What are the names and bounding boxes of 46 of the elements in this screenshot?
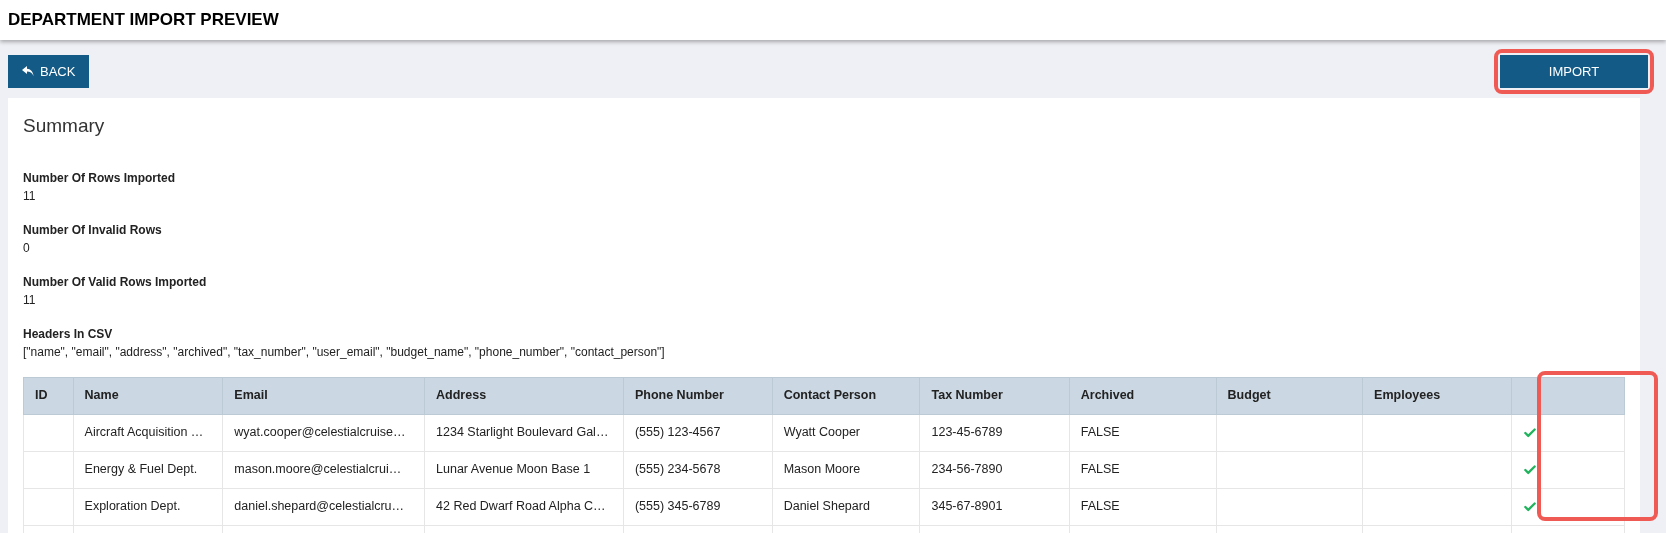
table-cell: 123-45-6789 xyxy=(920,414,1070,451)
table-cell: Lunar Avenue Moon Base 1 xyxy=(424,451,624,488)
table-cell: FALSE xyxy=(1069,451,1217,488)
table-cell: (555) 234-5678 xyxy=(623,451,773,488)
table-cell: daniel.shepard@celestialcru… xyxy=(222,488,425,525)
page-title: DEPARTMENT IMPORT PREVIEW xyxy=(8,9,279,32)
field-label: Number Of Invalid Rows xyxy=(23,221,163,239)
table-cell: Exploration Dept. xyxy=(73,488,223,525)
field-label: Number Of Rows Imported xyxy=(23,169,176,187)
summary-title: Summary xyxy=(23,114,106,138)
table-cell: 1234 Starlight Boulevard Gal… xyxy=(424,414,624,451)
column-header: Name xyxy=(73,377,223,414)
field-value: 11 xyxy=(23,187,37,205)
column-header: Phone Number xyxy=(623,377,773,414)
field-value: 0 xyxy=(23,239,31,257)
table-cell: 42 Red Dwarf Road Alpha C… xyxy=(424,488,624,525)
table-cell: (555) 123-4567 xyxy=(623,414,773,451)
table-cell xyxy=(23,451,74,488)
column-header: Budget xyxy=(1216,377,1363,414)
import-button[interactable]: IMPORT xyxy=(1500,55,1648,88)
column-header: Employees xyxy=(1362,377,1512,414)
field-label: Number Of Valid Rows Imported xyxy=(23,273,208,291)
column-header: Tax Number xyxy=(920,377,1070,414)
column-header: ID xyxy=(23,377,74,414)
table-cell: FALSE xyxy=(1069,414,1217,451)
table-cell xyxy=(23,414,74,451)
column-header: Contact Person xyxy=(772,377,920,414)
table-cell: Daniel Shepard xyxy=(772,488,920,525)
table-cell: FALSE xyxy=(1069,488,1217,525)
table-cell: 234-56-7890 xyxy=(920,451,1070,488)
back-button[interactable]: BACK xyxy=(8,55,90,88)
table-cell: Energy & Fuel Dept. xyxy=(73,451,223,488)
table-cell: wyat.cooper@celestialcruise… xyxy=(222,414,425,451)
field-value: 11 xyxy=(23,291,37,309)
table-cell: Aircraft Acquisition … xyxy=(73,414,223,451)
table-cell: mason.moore@celestialcrui… xyxy=(222,451,425,488)
column-header: Address xyxy=(424,377,624,414)
table-cell: Mason Moore xyxy=(772,451,920,488)
table-cell: (555) 345-6789 xyxy=(623,488,773,525)
table-cell: Wyatt Cooper xyxy=(772,414,920,451)
reply-arrow-icon xyxy=(22,66,34,77)
table-cell: 345-67-8901 xyxy=(920,488,1070,525)
field-label: Headers In CSV xyxy=(23,325,114,343)
column-header: Archived xyxy=(1069,377,1217,414)
field-value: ["name", "email", "address", "archived", "tax_number", "user_email", "budget_name", "phone_number", "contact_person"] xyxy=(23,343,666,361)
column-header: Email xyxy=(222,377,425,414)
